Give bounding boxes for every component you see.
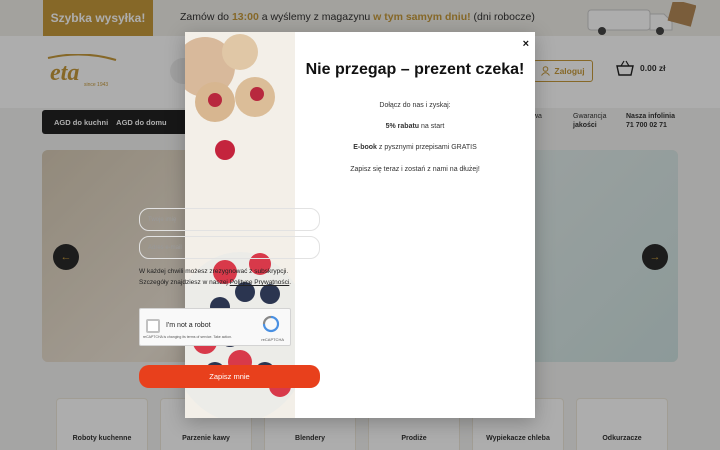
email-input[interactable]: Adres e-mail	[139, 236, 320, 259]
modal-title-text: Nie przegap – prezent czeka!	[305, 61, 525, 78]
recaptcha-logo-icon	[262, 315, 280, 333]
perk-discount: 5% rabatu na start	[295, 123, 535, 130]
name-input[interactable]: Twoje imię	[139, 208, 320, 231]
modal-content: × Nie przegap – prezent czeka! Dołącz do…	[295, 32, 535, 418]
perk-ebook-rest: z pysznymi przepisami GRATIS	[376, 144, 477, 151]
recaptcha-widget: I'm not a robot reCAPTCHA is changing it…	[139, 308, 291, 346]
perk-discount-rest: na start	[419, 123, 445, 130]
recaptcha-checkbox[interactable]	[146, 319, 160, 333]
perk-ebook: E-book z pysznymi przepisami GRATIS	[295, 144, 535, 151]
modal-cta-text: Zapisz się teraz i zostań z nami na dłuż…	[350, 166, 480, 173]
privacy-policy-link[interactable]: Polityce Prywatności	[230, 279, 290, 286]
recaptcha-notice[interactable]: reCAPTCHA is changing its terms of servi…	[143, 335, 232, 340]
perk-ebook-bold: E-book	[353, 144, 377, 151]
consent-end: .	[289, 279, 292, 287]
recaptcha-label: I'm not a robot	[166, 322, 211, 329]
modal-title: Nie przegap – prezent czeka!	[305, 60, 525, 79]
modal-intro: Dołącz do nas i zyskaj:	[379, 102, 451, 109]
consent-text: W każdej chwili możesz zrezygnować z sub…	[139, 266, 319, 289]
close-icon[interactable]: ×	[523, 38, 529, 50]
submit-button[interactable]: Zapisz mnie	[139, 365, 320, 388]
perk-discount-bold: 5% rabatu	[385, 123, 420, 130]
recaptcha-brand: reCAPTCHA	[261, 337, 284, 342]
